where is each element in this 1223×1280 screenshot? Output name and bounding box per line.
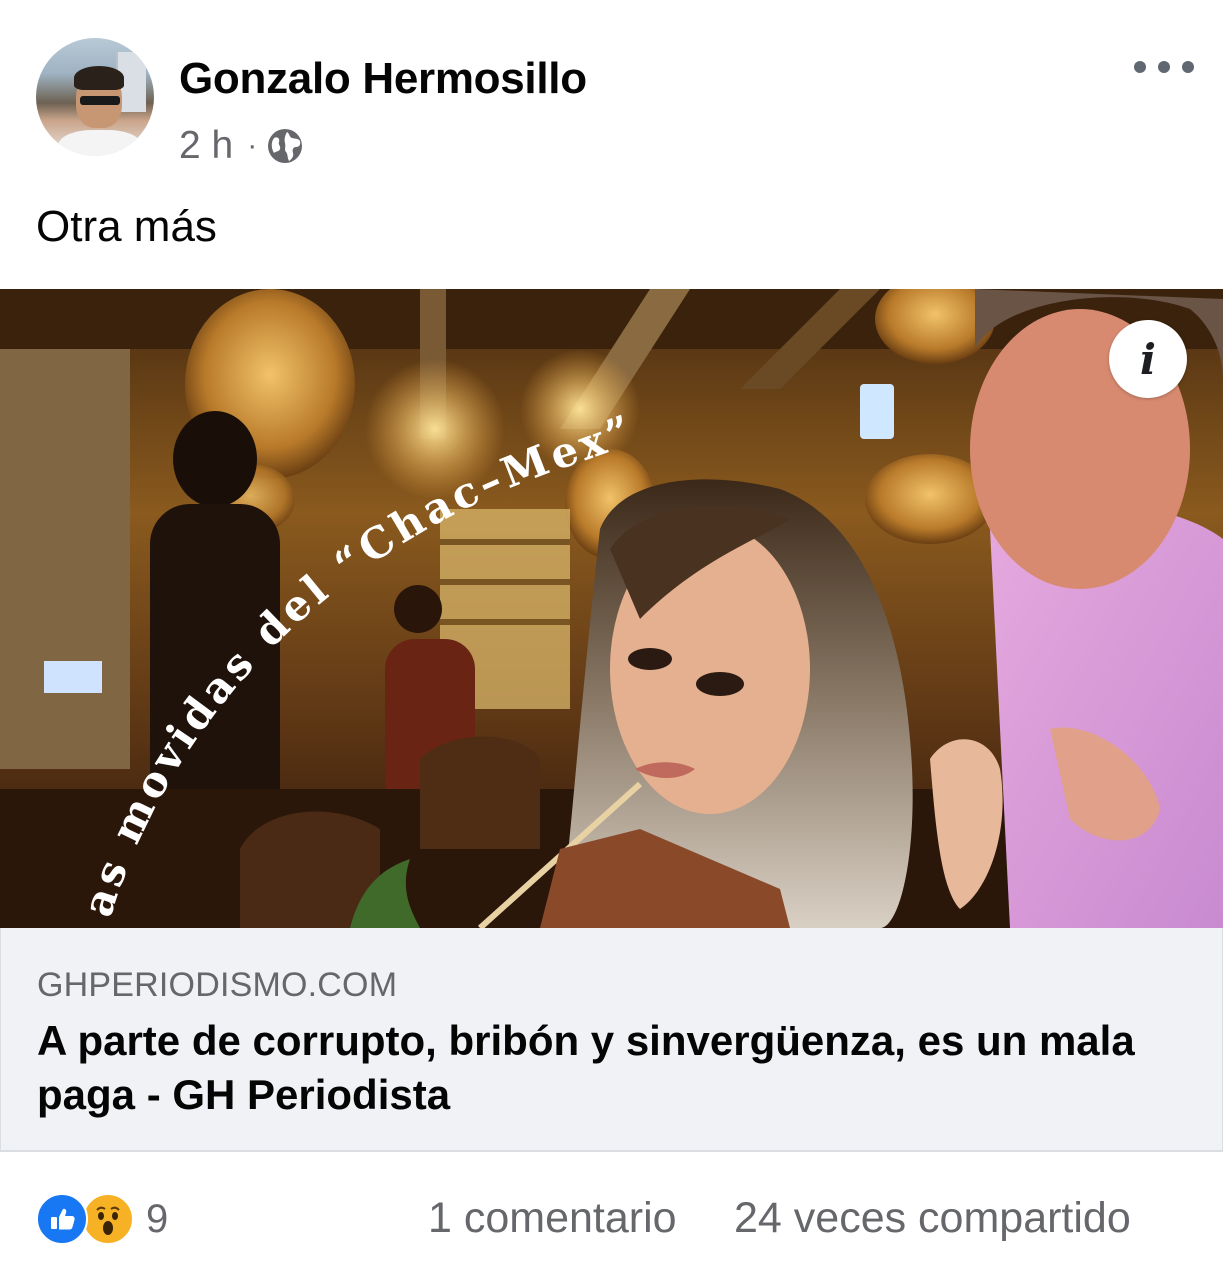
info-icon[interactable]: i [1109, 320, 1187, 398]
like-icon [36, 1193, 88, 1245]
wow-icon [82, 1193, 134, 1245]
more-options-icon[interactable] [1134, 52, 1194, 82]
meta-separator: · [247, 129, 258, 162]
reaction-count: 9 [146, 1196, 169, 1241]
link-title[interactable]: A parte de corrupto, bribón y sinvergüen… [37, 1014, 1187, 1122]
avatar-hair [74, 66, 124, 90]
dot-icon [1158, 61, 1170, 73]
post-meta: 2 h · [179, 122, 305, 170]
link-domain: GHPERIODISMO.COM [37, 966, 398, 1004]
dot-icon [1134, 61, 1146, 73]
shares-count[interactable]: 24 veces compartido [734, 1194, 1131, 1243]
avatar-sunglasses [80, 96, 120, 105]
post-text: Otra más [36, 202, 217, 251]
reactions-summary[interactable]: 9 [36, 1193, 169, 1245]
comments-count[interactable]: 1 comentario [428, 1194, 677, 1243]
globe-icon[interactable] [265, 126, 305, 166]
author-avatar[interactable] [36, 38, 154, 156]
post-time[interactable]: 2 h [179, 124, 233, 168]
link-preview-image[interactable]: as movidas del “Chac–Mex” [0, 289, 1223, 928]
dot-icon [1182, 61, 1194, 73]
link-preview-info[interactable]: GHPERIODISMO.COM A parte de corrupto, br… [0, 928, 1223, 1152]
author-name[interactable]: Gonzalo Hermosillo [179, 54, 587, 104]
avatar-shirt [58, 130, 142, 156]
facebook-post: Gonzalo Hermosillo 2 h · Otra más as mov… [0, 0, 1223, 1280]
